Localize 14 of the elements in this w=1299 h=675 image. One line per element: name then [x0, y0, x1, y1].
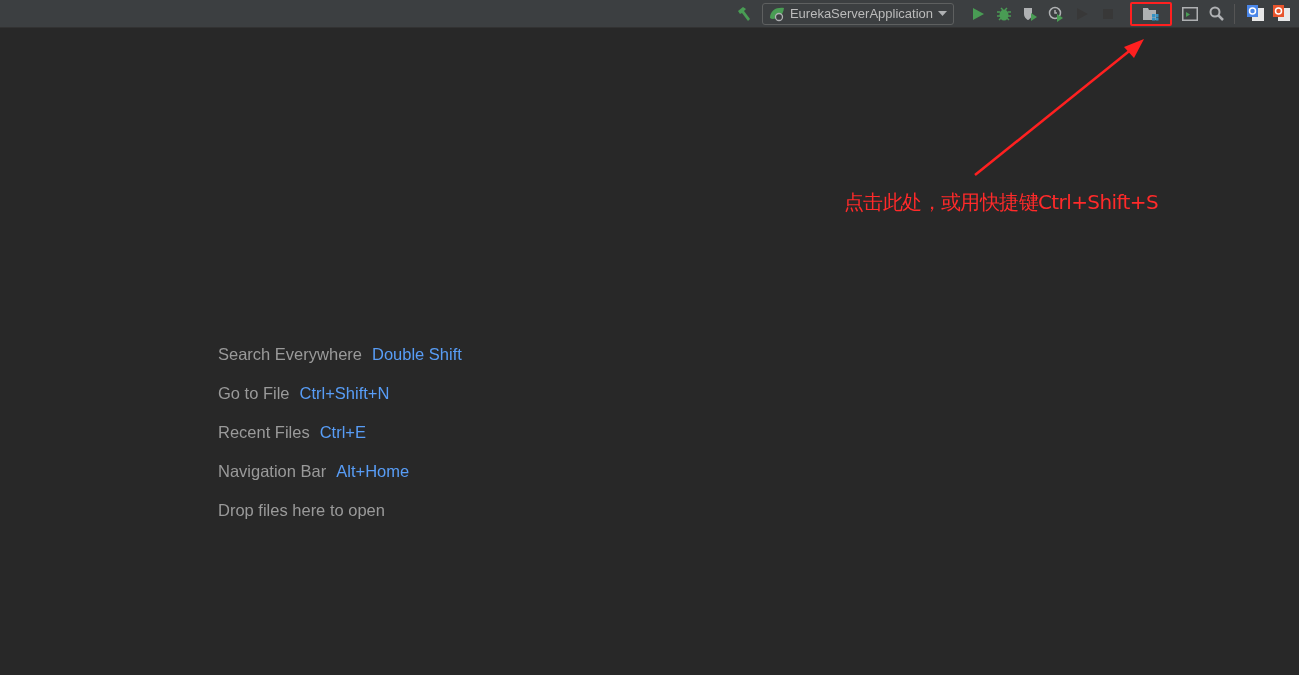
shortcut-text: Ctrl+E	[319, 422, 366, 442]
hint-label: Recent Files	[218, 422, 310, 442]
spring-leaf-icon	[768, 5, 785, 22]
hint-label: Drop files here to open	[218, 500, 385, 520]
run-configuration-dropdown[interactable]: EurekaServerApplication	[761, 2, 954, 25]
annotation-text: 点击此处，或用快捷键Ctrl+Shift+S	[844, 189, 1159, 216]
hint-label: Navigation Bar	[218, 461, 327, 481]
caret-icon	[938, 11, 947, 16]
shortcut-text: Double Shift	[372, 344, 462, 364]
shortcut-text: Alt+Home	[336, 461, 410, 481]
shortcut-text: Ctrl+Shift+N	[299, 383, 390, 403]
hint-label: Search Everywhere	[218, 344, 362, 364]
structure-button[interactable]	[1130, 1, 1172, 26]
hint-label: Go to File	[218, 383, 290, 403]
